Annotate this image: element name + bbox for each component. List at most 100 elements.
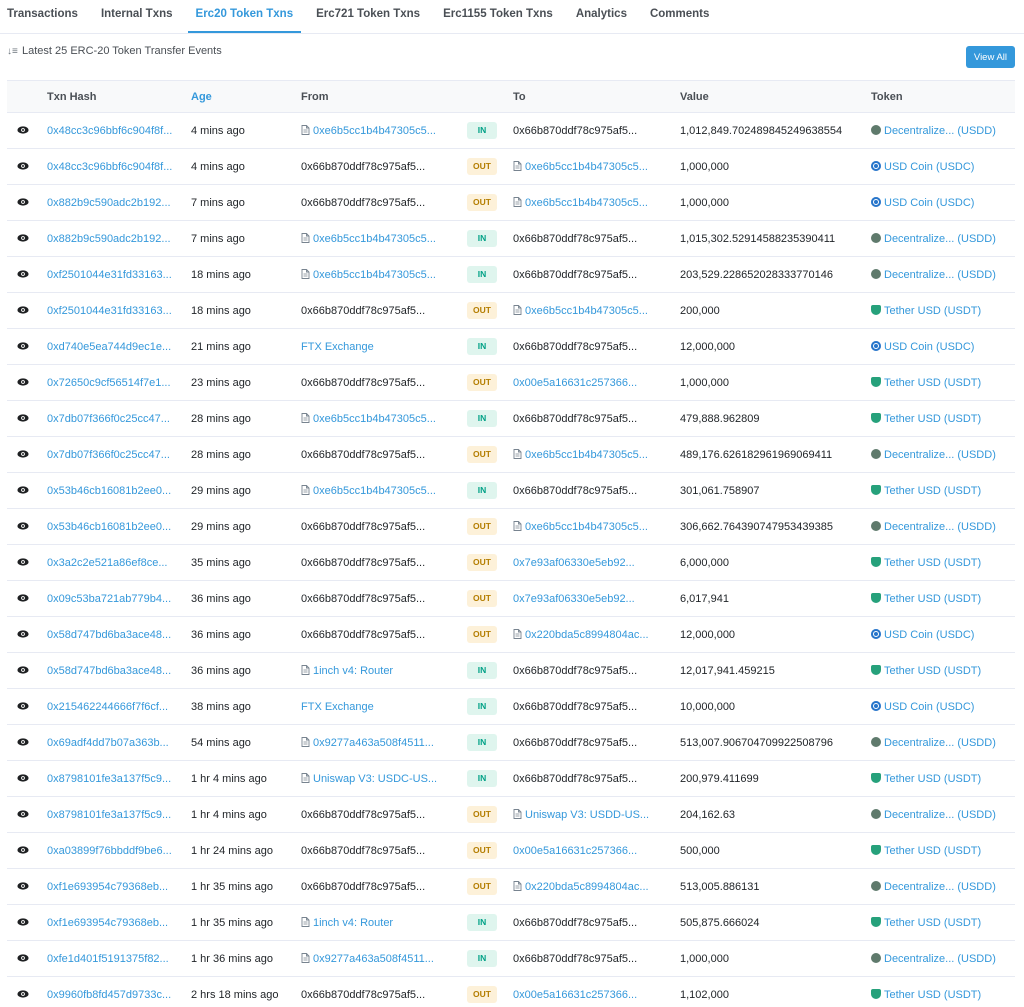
txn-hash-link[interactable]: 0x69adf4dd7b07a363b... bbox=[47, 737, 169, 749]
txn-hash-link[interactable]: 0xf1e693954c79368eb... bbox=[47, 917, 168, 929]
txn-hash-link[interactable]: 0xf2501044e31fd33163... bbox=[47, 269, 172, 281]
token-link[interactable]: USD Coin (USDC) bbox=[884, 341, 974, 353]
txn-hash-link[interactable]: 0xf1e693954c79368eb... bbox=[47, 881, 168, 893]
token-link[interactable]: Decentralize... (USDD) bbox=[884, 269, 996, 281]
eye-icon[interactable] bbox=[17, 269, 29, 278]
txn-hash-link[interactable]: 0x72650c9cf56514f7e1... bbox=[47, 377, 171, 389]
token-link[interactable]: Decentralize... (USDD) bbox=[884, 521, 996, 533]
token-link[interactable]: Tether USD (USDT) bbox=[884, 845, 981, 857]
token-link[interactable]: Tether USD (USDT) bbox=[884, 593, 981, 605]
eye-icon[interactable] bbox=[17, 593, 29, 602]
txn-hash-link[interactable]: 0x53b46cb16081b2ee0... bbox=[47, 485, 171, 497]
txn-hash-link[interactable]: 0x58d747bd6ba3ace48... bbox=[47, 665, 171, 677]
token-link[interactable]: Decentralize... (USDD) bbox=[884, 881, 996, 893]
txn-hash-link[interactable]: 0xf2501044e31fd33163... bbox=[47, 305, 172, 317]
token-link[interactable]: Tether USD (USDT) bbox=[884, 485, 981, 497]
to-address[interactable]: 0x00e5a16631c257366... bbox=[513, 377, 637, 389]
from-address[interactable]: FTX Exchange bbox=[301, 341, 374, 353]
token-link[interactable]: Tether USD (USDT) bbox=[884, 557, 981, 569]
eye-icon[interactable] bbox=[17, 665, 29, 674]
txn-hash-link[interactable]: 0x48cc3c96bbf6c904f8f... bbox=[47, 125, 172, 137]
eye-icon[interactable] bbox=[17, 377, 29, 386]
header-age[interactable]: Age bbox=[191, 80, 301, 113]
view-all-button[interactable]: View All bbox=[965, 46, 1015, 68]
eye-icon[interactable] bbox=[17, 737, 29, 746]
eye-icon[interactable] bbox=[17, 809, 29, 818]
eye-icon[interactable] bbox=[17, 233, 29, 242]
to-address[interactable]: 0x7e93af06330e5eb92... bbox=[513, 593, 635, 605]
to-address[interactable]: 0x00e5a16631c257366... bbox=[513, 989, 637, 1001]
eye-icon[interactable] bbox=[17, 521, 29, 530]
eye-icon[interactable] bbox=[17, 629, 29, 638]
token-link[interactable]: Tether USD (USDT) bbox=[884, 773, 981, 785]
from-address[interactable]: 0x9277a463a508f4511... bbox=[313, 953, 434, 965]
token-link[interactable]: Tether USD (USDT) bbox=[884, 665, 981, 677]
to-address[interactable]: 0xe6b5cc1b4b47305c5... bbox=[525, 197, 648, 209]
txn-hash-link[interactable]: 0xfe1d401f5191375f82... bbox=[47, 953, 169, 965]
eye-icon[interactable] bbox=[17, 953, 29, 962]
eye-icon[interactable] bbox=[17, 701, 29, 710]
txn-hash-link[interactable]: 0x8798101fe3a137f5c9... bbox=[47, 773, 171, 785]
from-address[interactable]: 1inch v4: Router bbox=[313, 665, 393, 677]
to-address[interactable]: 0xe6b5cc1b4b47305c5... bbox=[525, 449, 648, 461]
eye-icon[interactable] bbox=[17, 161, 29, 170]
txn-hash-link[interactable]: 0x7db07f366f0c25cc47... bbox=[47, 413, 170, 425]
tab-transactions[interactable]: Transactions bbox=[0, 0, 86, 33]
eye-icon[interactable] bbox=[17, 449, 29, 458]
from-address[interactable]: 0xe6b5cc1b4b47305c5... bbox=[313, 233, 436, 245]
txn-hash-link[interactable]: 0x882b9c590adc2b192... bbox=[47, 233, 171, 245]
txn-hash-link[interactable]: 0x215462244666f7f6cf... bbox=[47, 701, 168, 713]
tab-internal-txns[interactable]: Internal Txns bbox=[93, 0, 181, 33]
eye-icon[interactable] bbox=[17, 773, 29, 782]
token-link[interactable]: Tether USD (USDT) bbox=[884, 305, 981, 317]
eye-icon[interactable] bbox=[17, 197, 29, 206]
from-address[interactable]: 1inch v4: Router bbox=[313, 917, 393, 929]
to-address[interactable]: 0x220bda5c8994804ac... bbox=[525, 629, 649, 641]
tab-erc1155-token-txns[interactable]: Erc1155 Token Txns bbox=[435, 0, 561, 33]
to-address[interactable]: 0x7e93af06330e5eb92... bbox=[513, 557, 635, 569]
from-address[interactable]: 0xe6b5cc1b4b47305c5... bbox=[313, 485, 436, 497]
to-address[interactable]: 0xe6b5cc1b4b47305c5... bbox=[525, 161, 648, 173]
to-address[interactable]: Uniswap V3: USDD-US... bbox=[525, 809, 649, 821]
txn-hash-link[interactable]: 0xd740e5ea744d9ec1e... bbox=[47, 341, 171, 353]
txn-hash-link[interactable]: 0x9960fb8fd457d9733c... bbox=[47, 989, 171, 1001]
eye-icon[interactable] bbox=[17, 341, 29, 350]
to-address[interactable]: 0x00e5a16631c257366... bbox=[513, 845, 637, 857]
token-link[interactable]: Decentralize... (USDD) bbox=[884, 953, 996, 965]
from-address[interactable]: 0xe6b5cc1b4b47305c5... bbox=[313, 413, 436, 425]
token-link[interactable]: Decentralize... (USDD) bbox=[884, 449, 996, 461]
eye-icon[interactable] bbox=[17, 557, 29, 566]
txn-hash-link[interactable]: 0xa03899f76bbddf9be6... bbox=[47, 845, 172, 857]
eye-icon[interactable] bbox=[17, 989, 29, 998]
eye-icon[interactable] bbox=[17, 845, 29, 854]
tab-analytics[interactable]: Analytics bbox=[568, 0, 635, 33]
to-address[interactable]: 0x220bda5c8994804ac... bbox=[525, 881, 649, 893]
tab-comments[interactable]: Comments bbox=[642, 0, 717, 33]
eye-icon[interactable] bbox=[17, 413, 29, 422]
txn-hash-link[interactable]: 0x882b9c590adc2b192... bbox=[47, 197, 171, 209]
from-address[interactable]: Uniswap V3: USDC-US... bbox=[313, 773, 437, 785]
from-address[interactable]: FTX Exchange bbox=[301, 701, 374, 713]
token-link[interactable]: Tether USD (USDT) bbox=[884, 917, 981, 929]
txn-hash-link[interactable]: 0x58d747bd6ba3ace48... bbox=[47, 629, 171, 641]
txn-hash-link[interactable]: 0x7db07f366f0c25cc47... bbox=[47, 449, 170, 461]
token-link[interactable]: Tether USD (USDT) bbox=[884, 413, 981, 425]
sort-icon[interactable]: ↓≡ bbox=[7, 46, 19, 57]
txn-hash-link[interactable]: 0x09c53ba721ab779b4... bbox=[47, 593, 171, 605]
token-link[interactable]: USD Coin (USDC) bbox=[884, 197, 974, 209]
to-address[interactable]: 0xe6b5cc1b4b47305c5... bbox=[525, 521, 648, 533]
txn-hash-link[interactable]: 0x48cc3c96bbf6c904f8f... bbox=[47, 161, 172, 173]
from-address[interactable]: 0x9277a463a508f4511... bbox=[313, 737, 434, 749]
token-link[interactable]: USD Coin (USDC) bbox=[884, 701, 974, 713]
token-link[interactable]: Decentralize... (USDD) bbox=[884, 233, 996, 245]
tab-erc721-token-txns[interactable]: Erc721 Token Txns bbox=[308, 0, 428, 33]
eye-icon[interactable] bbox=[17, 881, 29, 890]
to-address[interactable]: 0xe6b5cc1b4b47305c5... bbox=[525, 305, 648, 317]
token-link[interactable]: Tether USD (USDT) bbox=[884, 377, 981, 389]
token-link[interactable]: Tether USD (USDT) bbox=[884, 989, 981, 1001]
eye-icon[interactable] bbox=[17, 917, 29, 926]
from-address[interactable]: 0xe6b5cc1b4b47305c5... bbox=[313, 125, 436, 137]
txn-hash-link[interactable]: 0x3a2c2e521a86ef8ce... bbox=[47, 557, 168, 569]
token-link[interactable]: Decentralize... (USDD) bbox=[884, 737, 996, 749]
txn-hash-link[interactable]: 0x53b46cb16081b2ee0... bbox=[47, 521, 171, 533]
